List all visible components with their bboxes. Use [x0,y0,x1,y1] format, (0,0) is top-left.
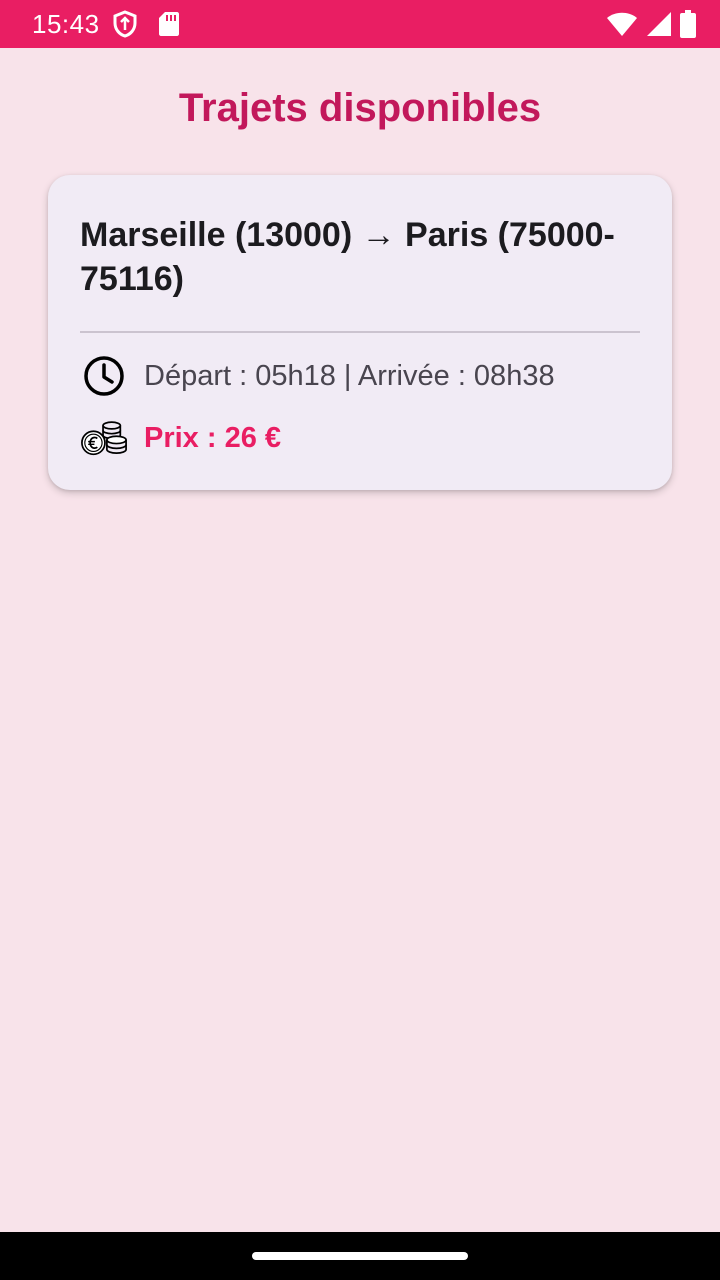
trip-price: Prix : 26 € [144,421,282,454]
price-row: Prix : 26 € [80,415,640,461]
sd-card-icon [158,11,180,37]
status-bar: 15:43 [0,0,720,48]
page-title: Trajets disponibles [178,86,542,130]
wifi-icon [606,11,638,37]
status-notification-icons [112,10,180,38]
status-system-icons [606,10,696,38]
card-divider [80,331,640,333]
coins-icon [80,415,128,461]
schedule-row: Départ : 05h18 | Arrivée : 08h38 [80,353,640,399]
status-time: 15:43 [32,8,100,39]
battery-icon [680,10,696,38]
clock-icon [80,353,128,399]
trip-card[interactable]: Marseille (13000) → Paris (75000-75116) … [48,175,672,490]
navigation-bar [0,1232,720,1280]
home-handle[interactable] [252,1252,468,1260]
cellular-signal-icon [646,11,672,37]
shield-icon [112,10,138,38]
trip-schedule: Départ : 05h18 | Arrivée : 08h38 [144,359,555,392]
trip-route: Marseille (13000) → Paris (75000-75116) [80,216,615,298]
